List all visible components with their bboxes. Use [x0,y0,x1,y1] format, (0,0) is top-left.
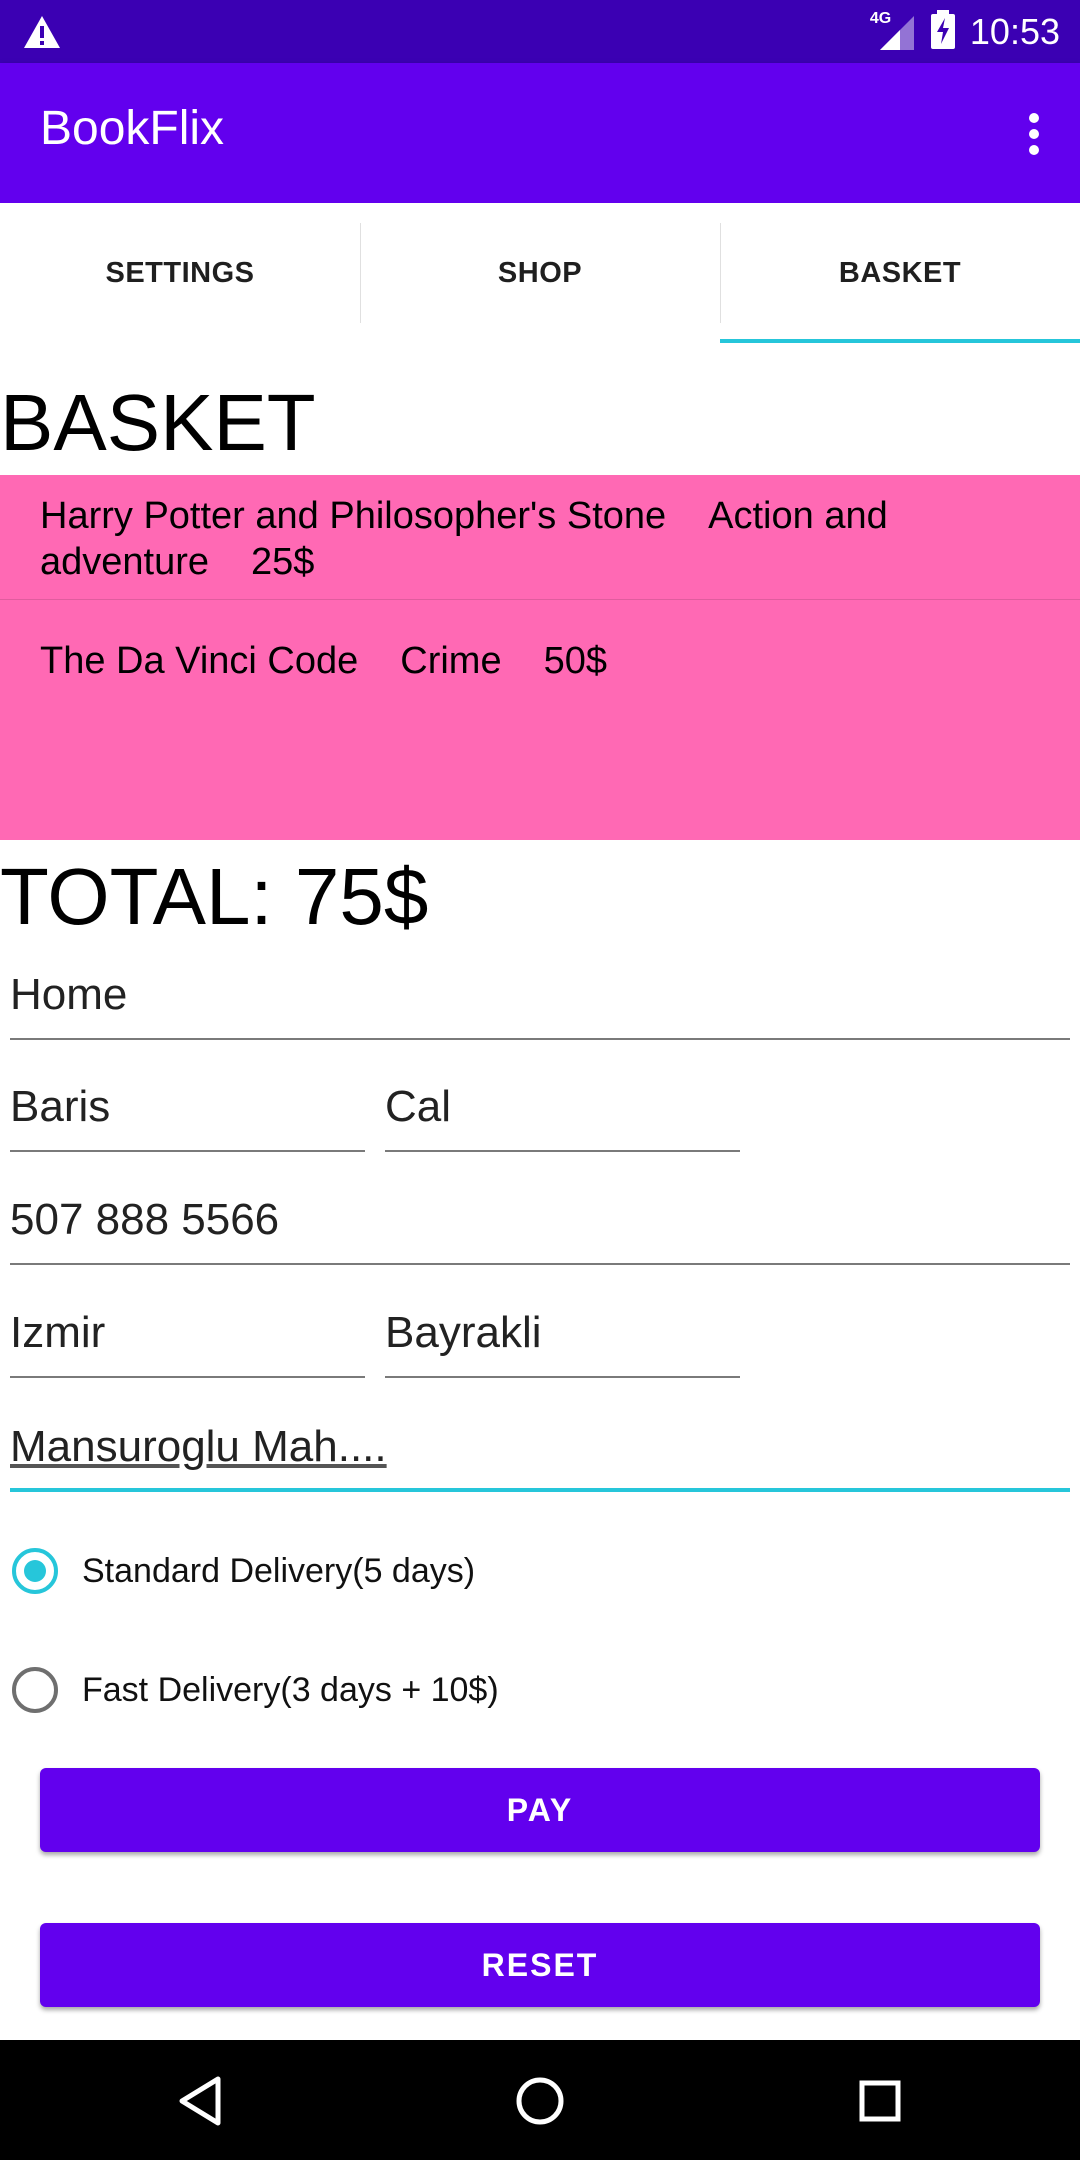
city-field[interactable] [10,1298,365,1378]
app-bar: BookFlix [0,63,1080,203]
signal-icon: 4G [869,10,916,52]
phone-input[interactable] [10,1185,1070,1255]
battery-charging-icon [930,9,956,55]
status-bar: 4G 10:53 [0,0,1080,63]
tab-shop[interactable]: SHOP [360,203,720,343]
first-name-input[interactable] [10,1072,365,1142]
fast-delivery-label: Fast Delivery(3 days + 10$) [82,1670,499,1709]
navigation-bar [0,2040,1080,2160]
item-genre: Crime [400,640,502,682]
last-name-field[interactable] [385,1072,740,1152]
total-label: TOTAL: 75$ [0,852,429,941]
clock: 10:53 [969,11,1060,52]
address-input[interactable] [10,1412,1070,1482]
list-item[interactable]: The Da Vinci Code Crime 50$ [0,600,1080,698]
district-field[interactable] [385,1298,740,1378]
more-vert-icon[interactable] [1014,99,1054,169]
district-input[interactable] [385,1298,740,1368]
warning-icon [22,14,62,55]
tab-basket[interactable]: BASKET [720,203,1080,343]
address-title-field[interactable] [10,960,1070,1040]
tab-bar: SETTINGS SHOP BASKET [0,203,1080,343]
fast-delivery-option[interactable]: Fast Delivery(3 days + 10$) [12,1667,499,1713]
phone-field[interactable] [10,1185,1070,1265]
basket-list: Harry Potter and Philosopher's Stone Acti… [0,475,1080,840]
recents-icon[interactable] [845,2066,915,2136]
item-price: 25$ [251,541,315,583]
basket-heading: BASKET [0,378,316,467]
address-title-input[interactable] [10,960,1070,1030]
pay-button[interactable]: PAY [40,1768,1040,1852]
radio-checked-icon[interactable] [12,1548,58,1594]
standard-delivery-option[interactable]: Standard Delivery(5 days) [12,1548,475,1594]
back-icon[interactable] [165,2066,235,2136]
list-item[interactable]: Harry Potter and Philosopher's Stone Acti… [0,475,1080,600]
item-title: The Da Vinci Code [40,640,359,682]
address-field[interactable] [10,1412,1070,1492]
tab-settings[interactable]: SETTINGS [0,203,360,343]
last-name-input[interactable] [385,1072,740,1142]
home-icon[interactable] [505,2066,575,2136]
radio-unchecked-icon[interactable] [12,1667,58,1713]
city-input[interactable] [10,1298,365,1368]
item-price: 50$ [543,640,607,682]
first-name-field[interactable] [10,1072,365,1152]
reset-button[interactable]: RESET [40,1923,1040,2007]
item-title: Harry Potter and Philosopher's Stone [40,495,667,537]
app-title: BookFlix [40,102,225,155]
network-type: 4G [869,10,892,27]
standard-delivery-label: Standard Delivery(5 days) [82,1551,476,1590]
